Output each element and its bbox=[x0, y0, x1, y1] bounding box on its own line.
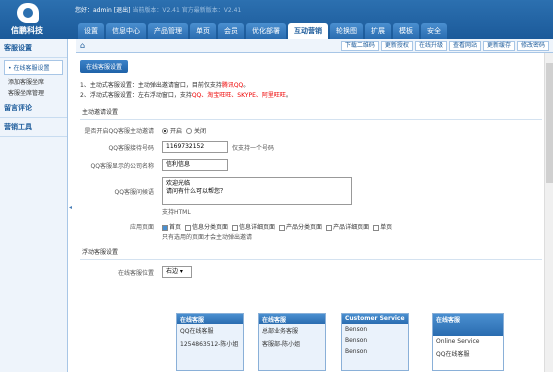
section-active-invite: 主动邀请设置 bbox=[80, 101, 542, 120]
float-template-4[interactable]: 在线客服 Online Service QQ在线客服 bbox=[432, 313, 504, 371]
nav-tab[interactable]: 扩展 bbox=[365, 23, 391, 39]
pages-hint: 只有选用的页面才会主动弹出邀请 bbox=[162, 234, 253, 241]
pages-options: 首页 信息分类页面 信息详细页面 产品分类页面 产品详细页面 单页 bbox=[162, 222, 462, 231]
brand-name: 信鹏科技 bbox=[11, 26, 43, 35]
position-label: 在线客服位置 bbox=[117, 269, 154, 277]
nav-tab[interactable]: 优化部署 bbox=[246, 23, 286, 39]
home-icon[interactable]: ⌂ bbox=[80, 41, 85, 50]
pages-label: 应用页面 bbox=[129, 224, 154, 231]
collapse-arrow-icon[interactable]: ◂ bbox=[69, 204, 75, 214]
section-float: 浮动客服设置 bbox=[80, 241, 542, 260]
sidebar-item[interactable]: 客服坐席管理 bbox=[8, 88, 59, 97]
nav-tab[interactable]: 安全 bbox=[421, 23, 447, 39]
main-content: 在线客服设置 1、主动式客服设置：主动弹出邀请窗口，目前仅支持腾讯QQ。 2、浮… bbox=[80, 60, 542, 372]
nav-tab[interactable]: 模板 bbox=[393, 23, 419, 39]
qq-number-input[interactable]: 1169732152 bbox=[162, 141, 228, 153]
latest-version: 官方最新版本：V2.41 bbox=[181, 7, 242, 14]
nav-tab-active[interactable]: 互动营销 bbox=[288, 23, 328, 39]
logo-mark-icon bbox=[17, 3, 39, 23]
toolbar-button[interactable]: 查看网站 bbox=[448, 41, 481, 51]
scrollbar[interactable] bbox=[544, 53, 553, 372]
enable-label: 是否开启QQ客服主动邀请 bbox=[84, 128, 154, 135]
sidebar-item-active[interactable]: • 在线客服设置 bbox=[4, 60, 63, 75]
note-2: 2、浮动式客服设置：左右浮动窗口，支持QQ、淘宝旺旺、SKYPE、阿里旺旺。 bbox=[80, 92, 292, 99]
brand-logo[interactable]: 信鹏科技 bbox=[5, 3, 65, 37]
greeting: 您好：admin bbox=[75, 7, 112, 14]
nav-tab[interactable]: 轮换图 bbox=[330, 23, 363, 39]
sidebar: 客服设置 • 在线客服设置 添加客服坐席 客服坐席管理 留言评论 营销工具 bbox=[0, 39, 68, 372]
top-info-bar: 您好：admin [退出] 当前版本：V2.41 官方最新版本：V2.41 bbox=[75, 5, 241, 14]
enable-off-radio[interactable] bbox=[186, 127, 193, 134]
greeting-textarea[interactable]: 欢迎光临 请问有什么可以帮您？ bbox=[162, 177, 352, 205]
current-version: 当前版本：V2.41 bbox=[132, 7, 180, 14]
nav-tab[interactable]: 设置 bbox=[78, 23, 104, 39]
float-template-1[interactable]: 在线客服 QQ在线客服 1254863512-陈小姐 bbox=[176, 313, 244, 371]
logout-link[interactable]: [退出] bbox=[114, 7, 131, 14]
page-option-checkbox[interactable]: 信息分类页面 bbox=[185, 222, 228, 231]
sidebar-item[interactable]: 添加客服坐席 bbox=[8, 77, 59, 86]
company-label: QQ客服显示的公司名称 bbox=[90, 162, 154, 170]
sidebar-section-title[interactable]: 客服设置 bbox=[0, 39, 67, 58]
greeting-hint: 支持HTML bbox=[162, 209, 191, 216]
enable-on-radio[interactable] bbox=[162, 127, 168, 134]
page-option-checkbox[interactable]: 产品详细页面 bbox=[326, 222, 369, 231]
position-select[interactable]: 右边 ▾ bbox=[162, 266, 192, 278]
qq-hint: 仅支持一个号码 bbox=[232, 144, 275, 152]
page-title: 在线客服设置 bbox=[80, 60, 129, 73]
app-header: 信鹏科技 您好：admin [退出] 当前版本：V2.41 官方最新版本：V2.… bbox=[0, 0, 553, 39]
page-option-checkbox[interactable]: 单页 bbox=[373, 222, 392, 231]
toolbar-button[interactable]: 下载二维码 bbox=[340, 41, 379, 51]
sidebar-section-title[interactable]: 营销工具 bbox=[0, 118, 67, 137]
nav-tab[interactable]: 会员 bbox=[218, 23, 244, 39]
nav-tab[interactable]: 产品管理 bbox=[148, 23, 188, 39]
note-1: 1、主动式客服设置：主动弹出邀请窗口，目前仅支持腾讯QQ。 bbox=[80, 82, 250, 89]
float-template-2[interactable]: 在线客服 总部业务客服 客服部-陈小姐 bbox=[258, 313, 326, 371]
toolbar: ⌂ 下载二维码 更新授权 在线升级 查看网站 更新缓存 修改密码 bbox=[76, 39, 553, 53]
sidebar-section-title[interactable]: 留言评论 bbox=[0, 99, 67, 118]
nav-tab[interactable]: 单页 bbox=[190, 23, 216, 39]
toolbar-button[interactable]: 在线升级 bbox=[414, 41, 447, 51]
page-option-checkbox[interactable]: 首页 bbox=[162, 222, 181, 231]
toolbar-button[interactable]: 更新缓存 bbox=[482, 41, 515, 51]
page-option-checkbox[interactable]: 产品分类页面 bbox=[279, 222, 322, 231]
company-name-input[interactable]: 信利信息 bbox=[162, 159, 228, 171]
page-option-checkbox[interactable]: 信息详细页面 bbox=[232, 222, 275, 231]
greeting-label: QQ客服问候语 bbox=[114, 189, 154, 196]
nav-tab[interactable]: 信息中心 bbox=[106, 23, 146, 39]
qq-label: QQ客服接待号码 bbox=[108, 144, 154, 152]
main-nav: 设置 信息中心 产品管理 单页 会员 优化部署 互动营销 轮换图 扩展 模板 安… bbox=[78, 23, 449, 39]
toolbar-button[interactable]: 更新授权 bbox=[380, 41, 413, 51]
toolbar-button[interactable]: 修改密码 bbox=[516, 41, 549, 51]
float-template-3[interactable]: Customer Service Benson Benson Benson bbox=[341, 313, 409, 371]
notes: 1、主动式客服设置：主动弹出邀请窗口，目前仅支持腾讯QQ。 2、浮动式客服设置：… bbox=[80, 81, 542, 101]
